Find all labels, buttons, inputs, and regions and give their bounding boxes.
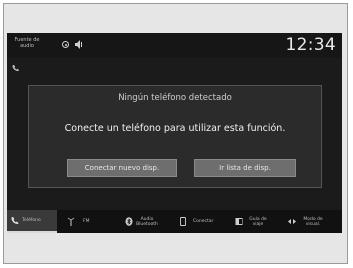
connect-new-device-button[interactable]: Conectar nuevo disp. [67,159,177,177]
nav-item-display-mode[interactable]: Modo de visual. [288,210,342,233]
nav-item-travel-guide[interactable]: Guía de viaje [235,210,281,233]
nav-label: FM [83,219,90,224]
audio-source-button[interactable]: Fuente de audio [12,37,42,49]
bottom-nav-bar: Teléfono FM Audio Bluetooth Conectar Guí… [7,210,342,233]
phone-icon [11,217,19,224]
status-bar: Fuente de audio 12:34 [7,33,342,58]
nav-label: Modo de visual. [303,216,323,227]
go-to-device-list-button[interactable]: Ir lista de disp. [194,159,296,177]
nav-label: Guía de viaje [249,216,267,227]
nav-item-connect[interactable]: Conectar [179,210,221,233]
nav-label: Audio Bluetooth [136,216,158,227]
bluetooth-icon [125,217,133,226]
book-icon [235,218,243,225]
display-mode-icon [288,219,296,224]
clock: 12:34 [285,35,336,55]
phone-status-icon [12,65,19,71]
nav-label: Teléfono [22,218,41,223]
antenna-icon [67,217,75,226]
dialog-title: Ningún teléfono detectado [118,93,232,103]
smartphone-icon [180,217,186,226]
no-phone-dialog: Ningún teléfono detectado Conecte un tel… [28,85,322,188]
disc-icon [62,41,69,48]
nav-item-bluetooth-audio[interactable]: Audio Bluetooth [125,210,175,233]
dialog-message: Conecte un teléfono para utilizar esta f… [64,123,286,134]
nav-item-fm[interactable]: FM [67,210,107,233]
infotainment-screen: Fuente de audio 12:34 Ningún teléfono de… [7,33,342,233]
speaker-icon [75,40,82,49]
nav-item-phone[interactable]: Teléfono [7,210,57,233]
nav-label: Conectar [193,219,214,224]
